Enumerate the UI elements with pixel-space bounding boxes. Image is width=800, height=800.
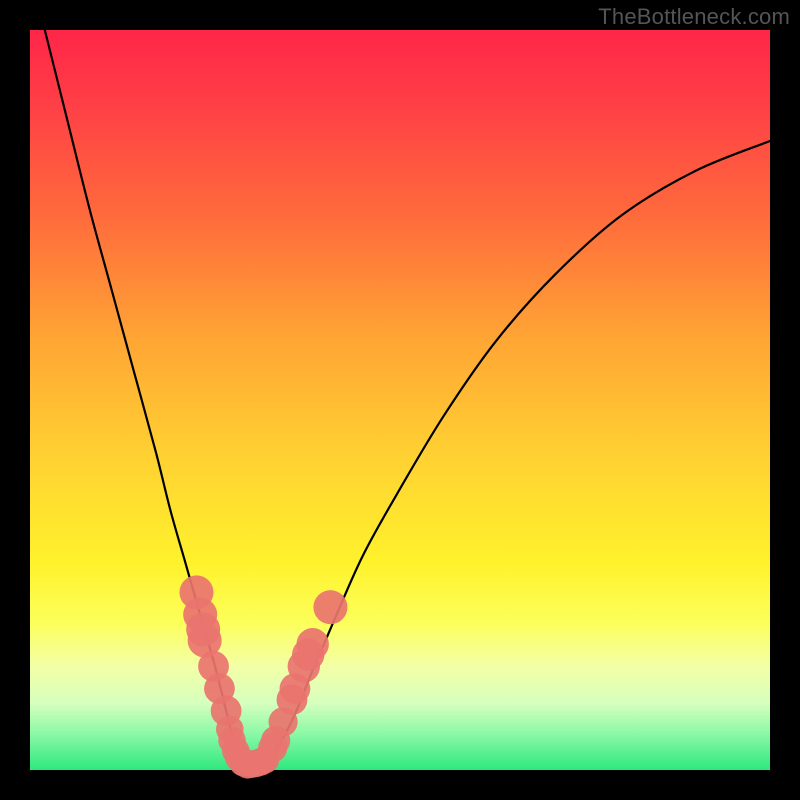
plot-area xyxy=(30,30,770,770)
chart-frame: TheBottleneck.com xyxy=(0,0,800,800)
sample-point xyxy=(296,628,328,660)
watermark-text: TheBottleneck.com xyxy=(598,4,790,30)
bottleneck-curve xyxy=(45,30,770,764)
sample-point xyxy=(313,590,347,624)
chart-svg xyxy=(30,30,770,770)
sample-points-group xyxy=(179,575,347,778)
